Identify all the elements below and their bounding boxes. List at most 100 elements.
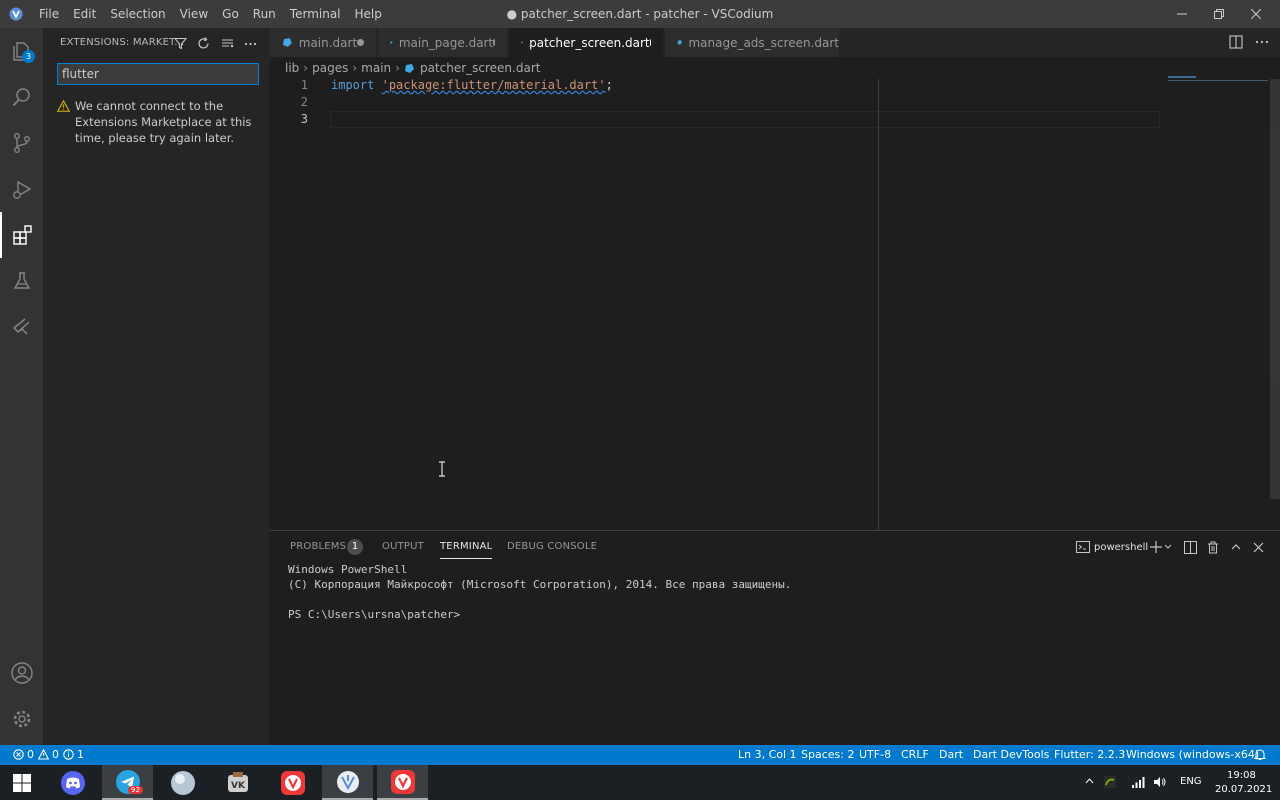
breadcrumb: lib › pages › main › patcher_screen.dart (270, 57, 1280, 79)
taskbar-telegram[interactable]: 92 (102, 765, 153, 800)
clock-date[interactable]: 20.07.2021 (1215, 784, 1272, 795)
clear-all-icon (221, 38, 233, 47)
cursor-position[interactable]: Ln 3, Col 1 (738, 748, 797, 761)
menu-go[interactable]: Go (215, 0, 246, 28)
editor-more-button[interactable] (1255, 35, 1269, 49)
tab-patcher-screen-dart[interactable]: patcher_screen.dart (509, 28, 664, 57)
breadcrumb-file[interactable]: patcher_screen.dart (420, 61, 541, 75)
discord-icon (60, 770, 85, 795)
unsaved-dot[interactable] (493, 39, 495, 46)
clock-time[interactable]: 19:08 (1227, 770, 1256, 781)
filter-extensions-button[interactable] (170, 34, 190, 52)
terminal-prompt[interactable]: PS C:\Users\ursna\patcher> (288, 608, 460, 621)
dart-file-icon (390, 41, 393, 44)
text-cursor-icon (438, 461, 446, 477)
language-mode[interactable]: Dart (939, 748, 963, 761)
warning-count: 0 (52, 748, 59, 761)
activity-manage[interactable] (0, 696, 43, 742)
taskbar-vscodium[interactable] (322, 765, 373, 800)
clear-results-button[interactable] (217, 34, 237, 52)
new-terminal-button[interactable] (1150, 539, 1172, 555)
menu-terminal[interactable]: Terminal (283, 0, 348, 28)
menu-edit[interactable]: Edit (66, 0, 103, 28)
code-editor[interactable]: 1 2 3 import 'package:flutter/material.d… (270, 76, 1280, 530)
dart-file-icon (521, 41, 523, 44)
notifications-button[interactable] (1254, 748, 1266, 761)
activity-flutter[interactable] (0, 304, 43, 350)
device-selector[interactable]: Windows (windows-x64) (1126, 748, 1259, 761)
dart-file-icon (282, 38, 292, 47)
windows-icon (13, 773, 31, 792)
restore-button[interactable] (1201, 0, 1237, 28)
refresh-button[interactable] (193, 34, 213, 52)
restore-icon (1214, 9, 1224, 19)
taskbar-vivaldi[interactable] (267, 765, 318, 800)
vscodium-logo-icon[interactable] (0, 0, 32, 28)
sidebar-title: EXTENSIONS: MARKET... (60, 37, 185, 48)
taskbar-discord[interactable] (47, 765, 98, 800)
activity-explorer[interactable]: 3 (0, 28, 43, 74)
line-endings[interactable]: CRLF (901, 748, 929, 761)
activity-accounts[interactable] (0, 650, 43, 696)
kill-terminal-button[interactable] (1207, 539, 1219, 555)
tab-manage-ads-screen-dart[interactable]: manage_ads_screen.dart (665, 28, 840, 57)
terminal-line: (C) Корпорация Майкрософт (Microsoft Cor… (288, 578, 792, 591)
tab-terminal[interactable]: TERMINAL (440, 541, 493, 559)
dart-devtools[interactable]: Dart DevTools (973, 748, 1049, 761)
extensions-search-input[interactable] (57, 63, 259, 85)
trash-icon (1208, 541, 1218, 553)
ellipsis-icon (1255, 40, 1269, 44)
breadcrumb-pages[interactable]: pages (312, 61, 348, 75)
split-terminal-button[interactable] (1184, 539, 1197, 555)
editor-ruler (878, 79, 879, 530)
breadcrumb-lib[interactable]: lib (285, 61, 299, 75)
taskbar-vivaldi-window[interactable] (377, 765, 428, 800)
sphere-app-icon (170, 770, 195, 795)
tab-label: manage_ads_screen.dart (688, 35, 839, 50)
unsaved-dot[interactable] (357, 39, 364, 46)
unsaved-dot[interactable] (649, 39, 651, 46)
chevron-right-icon: › (352, 61, 358, 75)
minimize-button[interactable] (1164, 0, 1200, 28)
tab-output[interactable]: OUTPUT (382, 541, 424, 552)
split-editor-button[interactable] (1229, 35, 1243, 49)
menu-selection[interactable]: Selection (103, 0, 172, 28)
tray-nvidia[interactable] (1103, 775, 1117, 789)
indentation[interactable]: Spaces: 2 (801, 748, 854, 761)
activity-run-debug[interactable] (0, 166, 43, 212)
menu-file[interactable]: File (32, 0, 66, 28)
activity-search[interactable] (0, 74, 43, 120)
code-line[interactable]: import 'package:flutter/material.dart'; (331, 78, 613, 92)
breadcrumb-main[interactable]: main (361, 61, 391, 75)
tray-volume[interactable] (1153, 776, 1167, 788)
tab-label: main.dart (298, 35, 358, 50)
run-debug-icon (12, 180, 31, 199)
start-button[interactable] (0, 765, 44, 800)
activity-testing[interactable] (0, 258, 43, 304)
minimap[interactable] (1164, 76, 1268, 530)
tab-main-page-dart[interactable]: main_page.dart (378, 28, 508, 57)
encoding[interactable]: UTF-8 (859, 748, 891, 761)
terminal-shell-selector[interactable]: powershell (1076, 539, 1148, 555)
flutter-version[interactable]: Flutter: 2.2.3 (1054, 748, 1125, 761)
tab-debug-console[interactable]: DEBUG CONSOLE (507, 541, 597, 552)
maximize-panel-button[interactable] (1230, 539, 1242, 555)
menu-run[interactable]: Run (246, 0, 283, 28)
menu-view[interactable]: View (173, 0, 215, 28)
close-panel-button[interactable] (1253, 539, 1264, 555)
show-hidden-icons[interactable] (1085, 777, 1094, 785)
taskbar-app-circle[interactable] (157, 765, 208, 800)
tray-network[interactable] (1131, 776, 1145, 788)
input-language[interactable]: ENG (1180, 776, 1202, 787)
close-window-button[interactable] (1238, 0, 1274, 28)
taskbar-vk[interactable]: VK (212, 765, 263, 800)
activity-source-control[interactable] (0, 120, 43, 166)
error-count: 0 (27, 748, 34, 761)
editor-scrollbar[interactable] (1270, 79, 1280, 499)
menu-help[interactable]: Help (348, 0, 389, 28)
tab-problems[interactable]: PROBLEMS (290, 541, 346, 552)
activity-extensions[interactable] (0, 212, 43, 258)
tab-main-dart[interactable]: main.dart (270, 28, 377, 57)
more-actions-button[interactable] (240, 34, 260, 52)
problems-status[interactable]: 0 0 1 (13, 748, 84, 761)
